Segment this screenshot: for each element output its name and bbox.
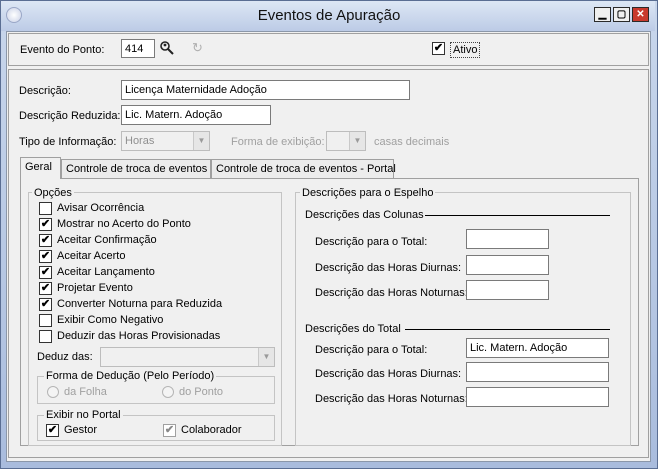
total-total-input[interactable]: Lic. Matern. Adoção bbox=[466, 338, 609, 358]
converter-noturna-checkbox[interactable]: ✔ bbox=[39, 298, 52, 311]
ativo-checkbox[interactable]: ✔ bbox=[432, 42, 445, 55]
gestor-label: Gestor bbox=[64, 424, 98, 436]
mostrar-acerto-label: Mostrar no Acerto do Ponto bbox=[57, 218, 191, 230]
do-ponto-label: do Ponto bbox=[179, 386, 224, 398]
deduzir-horas-label: Deduzir das Horas Provisionadas bbox=[57, 330, 221, 342]
evento-label: Evento do Ponto: bbox=[20, 44, 105, 56]
window-title: Eventos de Apuração bbox=[257, 7, 401, 24]
avisar-ocorrencia-label: Avisar Ocorrência bbox=[57, 202, 145, 214]
ativo-label[interactable]: Ativo bbox=[450, 42, 481, 58]
total-diurnas-label: Descrição das Horas Diurnas: bbox=[315, 368, 462, 380]
colunas-noturnas-label: Descrição das Horas Noturnas: bbox=[315, 287, 468, 299]
converter-noturna-label: Converter Noturna para Reduzida bbox=[57, 298, 223, 310]
minimize-icon[interactable]: ▁ bbox=[594, 7, 611, 22]
aceitar-acerto-checkbox[interactable]: ✔ bbox=[39, 250, 52, 263]
deduz-das-label: Deduz das: bbox=[37, 351, 93, 363]
colunas-divider bbox=[425, 215, 610, 216]
colunas-total-label: Descrição para o Total: bbox=[315, 236, 428, 248]
total-noturnas-label: Descrição das Horas Noturnas: bbox=[315, 393, 468, 405]
colunas-diurnas-label: Descrição das Horas Diurnas: bbox=[315, 262, 462, 274]
projetar-evento-label: Projetar Evento bbox=[57, 282, 133, 294]
total-diurnas-input[interactable] bbox=[466, 362, 609, 382]
exibir-negativo-label: Exibir Como Negativo bbox=[57, 314, 164, 326]
da-folha-label: da Folha bbox=[64, 386, 107, 398]
total-divider bbox=[405, 329, 610, 330]
descricao-input[interactable]: Licença Maternidade Adoção bbox=[121, 80, 410, 100]
colunas-title: Descrições das Colunas bbox=[305, 209, 424, 221]
evento-input[interactable]: 414 bbox=[121, 39, 155, 58]
close-icon[interactable]: ✕ bbox=[632, 7, 649, 22]
descricao-reduzida-label: Descrição Reduzida: bbox=[19, 110, 121, 122]
descricao-reduzida-input[interactable]: Lic. Matern. Adoção bbox=[121, 105, 271, 125]
colunas-noturnas-input[interactable] bbox=[466, 280, 549, 300]
aceitar-confirmacao-label: Aceitar Confirmação bbox=[57, 234, 157, 246]
exibir-portal-title: Exibir no Portal bbox=[44, 408, 123, 422]
casas-decimais-label: casas decimais bbox=[374, 136, 450, 148]
mostrar-acerto-checkbox[interactable]: ✔ bbox=[39, 218, 52, 231]
tab-controle-troca-portal[interactable]: Controle de troca de eventos - Portal bbox=[211, 159, 396, 179]
aceitar-lancamento-checkbox[interactable]: ✔ bbox=[39, 266, 52, 279]
chevron-down-icon[interactable]: ▼ bbox=[349, 132, 365, 150]
projetar-evento-checkbox[interactable]: ✔ bbox=[39, 282, 52, 295]
colaborador-checkbox[interactable]: ✔ bbox=[163, 424, 176, 437]
tab-controle-troca[interactable]: Controle de troca de eventos bbox=[61, 159, 211, 179]
aceitar-acerto-label: Aceitar Acerto bbox=[57, 250, 126, 262]
do-ponto-radio[interactable] bbox=[162, 386, 174, 398]
total-total-label: Descrição para o Total: bbox=[315, 344, 428, 356]
maximize-icon[interactable]: ▢ bbox=[613, 7, 630, 22]
deduzir-horas-checkbox[interactable] bbox=[39, 330, 52, 343]
aceitar-confirmacao-checkbox[interactable]: ✔ bbox=[39, 234, 52, 247]
forma-deducao-title: Forma de Dedução (Pelo Período) bbox=[44, 369, 217, 383]
gestor-checkbox[interactable]: ✔ bbox=[46, 424, 59, 437]
chevron-down-icon[interactable]: ▼ bbox=[258, 348, 274, 366]
forma-exibicao-label: Forma de exibição: bbox=[231, 136, 325, 148]
search-person-icon[interactable] bbox=[159, 40, 175, 56]
da-folha-radio[interactable] bbox=[47, 386, 59, 398]
tipo-info-value: Horas bbox=[125, 135, 155, 147]
exibir-negativo-checkbox[interactable] bbox=[39, 314, 52, 327]
tipo-info-label: Tipo de Informação: bbox=[19, 136, 117, 148]
espelho-title: Descrições para o Espelho bbox=[300, 186, 436, 200]
deduz-das-select[interactable] bbox=[100, 347, 275, 367]
colunas-total-input[interactable] bbox=[466, 229, 549, 249]
espelho-group bbox=[295, 192, 631, 446]
tab-geral[interactable]: Geral bbox=[20, 157, 61, 179]
opcoes-title: Opções bbox=[32, 186, 74, 200]
chevron-down-icon[interactable]: ▼ bbox=[193, 132, 209, 150]
avisar-ocorrencia-checkbox[interactable] bbox=[39, 202, 52, 215]
total-noturnas-input[interactable] bbox=[466, 387, 609, 407]
colunas-diurnas-input[interactable] bbox=[466, 255, 549, 275]
refresh-icon[interactable]: ↻ bbox=[192, 40, 206, 56]
colaborador-label: Colaborador bbox=[181, 424, 242, 436]
aceitar-lancamento-label: Aceitar Lançamento bbox=[57, 266, 155, 278]
descricao-label: Descrição: bbox=[19, 85, 71, 97]
total-title: Descrições do Total bbox=[305, 323, 401, 335]
